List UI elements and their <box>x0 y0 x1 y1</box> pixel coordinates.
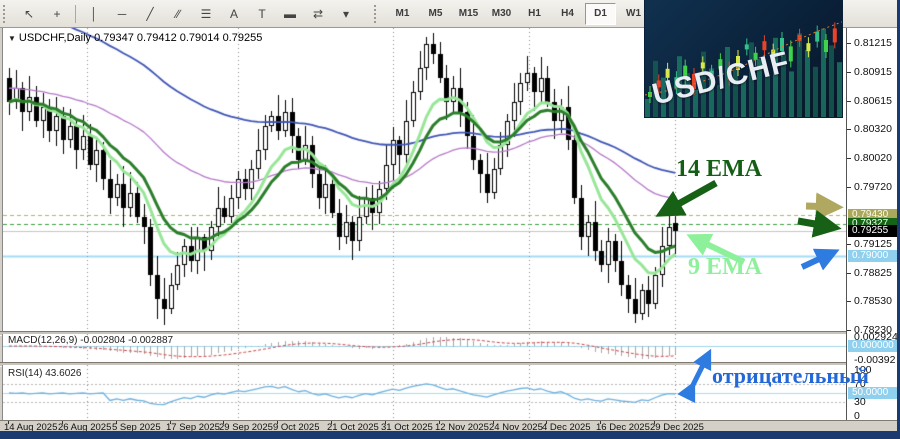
window-bottom-border <box>0 431 900 439</box>
timeframe-grip[interactable] <box>374 5 381 23</box>
price-tick <box>847 330 851 331</box>
toolbar-divider <box>75 5 76 23</box>
symbol-ohlc: 0.79347 0.79412 0.79014 0.79255 <box>94 32 262 44</box>
timeframe-h1-button[interactable]: H1 <box>519 3 550 25</box>
arrows-icon[interactable]: ⇄ <box>305 2 331 25</box>
symbol-name: USDCHF,Daily <box>19 32 91 44</box>
price-tick <box>847 101 851 102</box>
price-tag-0.79000: 0.79000 <box>848 250 898 262</box>
text-icon[interactable]: A <box>221 2 247 25</box>
timeframe-m5-button[interactable]: M5 <box>420 3 451 25</box>
mt4-window: ↖+│─╱∕∕☰AT▬⇄▾ M1M5M15M30H1H4D1W1MN ▼USDC… <box>0 0 900 439</box>
text-label-icon[interactable]: T <box>249 2 275 25</box>
macd-indicator-label: MACD(12,26,9) -0.002804 -0.002887 <box>8 335 173 346</box>
fibonacci-icon[interactable]: ☰ <box>193 2 219 25</box>
timeframe-m15-button[interactable]: M15 <box>453 3 484 25</box>
price-axis-label: 0.80320 <box>854 123 892 135</box>
price-axis-label: 0.78825 <box>854 267 892 279</box>
arrows-dropdown-icon[interactable]: ▾ <box>333 2 359 25</box>
price-axis-label: 0.80615 <box>854 95 892 107</box>
toolbar-grip[interactable] <box>3 5 10 23</box>
ema14-annotation: 14 EMA <box>676 156 762 183</box>
crosshair-icon[interactable]: + <box>44 2 70 25</box>
timeframe-h4-button[interactable]: H4 <box>552 3 583 25</box>
price-axis-label: 0.79720 <box>854 181 892 193</box>
price-tick <box>847 43 851 44</box>
shapes-icon[interactable]: ▬ <box>277 2 303 25</box>
price-tag-0.79255: 0.79255 <box>848 225 898 237</box>
price-axis-label: 0.79125 <box>854 238 892 250</box>
price-axis-label: 0.81215 <box>854 37 892 49</box>
rsi-axis-label: 30 <box>854 396 866 408</box>
negative-annotation: отрицательный <box>712 363 869 389</box>
price-tick <box>847 187 851 188</box>
trendline-icon[interactable]: ╱ <box>137 2 163 25</box>
price-axis-label: 0.80915 <box>854 66 892 78</box>
symbol-dropdown-icon[interactable]: ▼ <box>8 34 16 43</box>
price-tick <box>847 244 851 245</box>
price-tick <box>847 158 851 159</box>
macd-axis-label: 0.000000 <box>848 340 898 352</box>
equidistant-channel-icon[interactable]: ∕∕ <box>165 2 191 25</box>
price-axis-label: 0.78530 <box>854 295 892 307</box>
symbol-line: ▼USDCHF,Daily 0.79347 0.79412 0.79014 0.… <box>8 32 262 44</box>
price-tick <box>847 129 851 130</box>
price-axis-label: 0.80020 <box>854 152 892 164</box>
vertical-line-icon[interactable]: │ <box>81 2 107 25</box>
price-tick <box>847 72 851 73</box>
cursor-icon[interactable]: ↖ <box>16 2 42 25</box>
timeframe-m1-button[interactable]: M1 <box>387 3 418 25</box>
price-tick <box>847 273 851 274</box>
usdchf-promo-image: USD/CHF <box>645 0 842 117</box>
price-axis[interactable]: 0.81215 0.80915 0.80615 0.80320 0.80020 0.797… <box>846 28 898 420</box>
timeframe-d1-button[interactable]: D1 <box>585 3 616 25</box>
ema9-annotation: 9 EMA <box>688 254 762 281</box>
rsi-indicator-label: RSI(14) 43.6026 <box>8 368 81 379</box>
timeframe-m30-button[interactable]: M30 <box>486 3 517 25</box>
horizontal-line-icon[interactable]: ─ <box>109 2 135 25</box>
price-tick <box>847 301 851 302</box>
